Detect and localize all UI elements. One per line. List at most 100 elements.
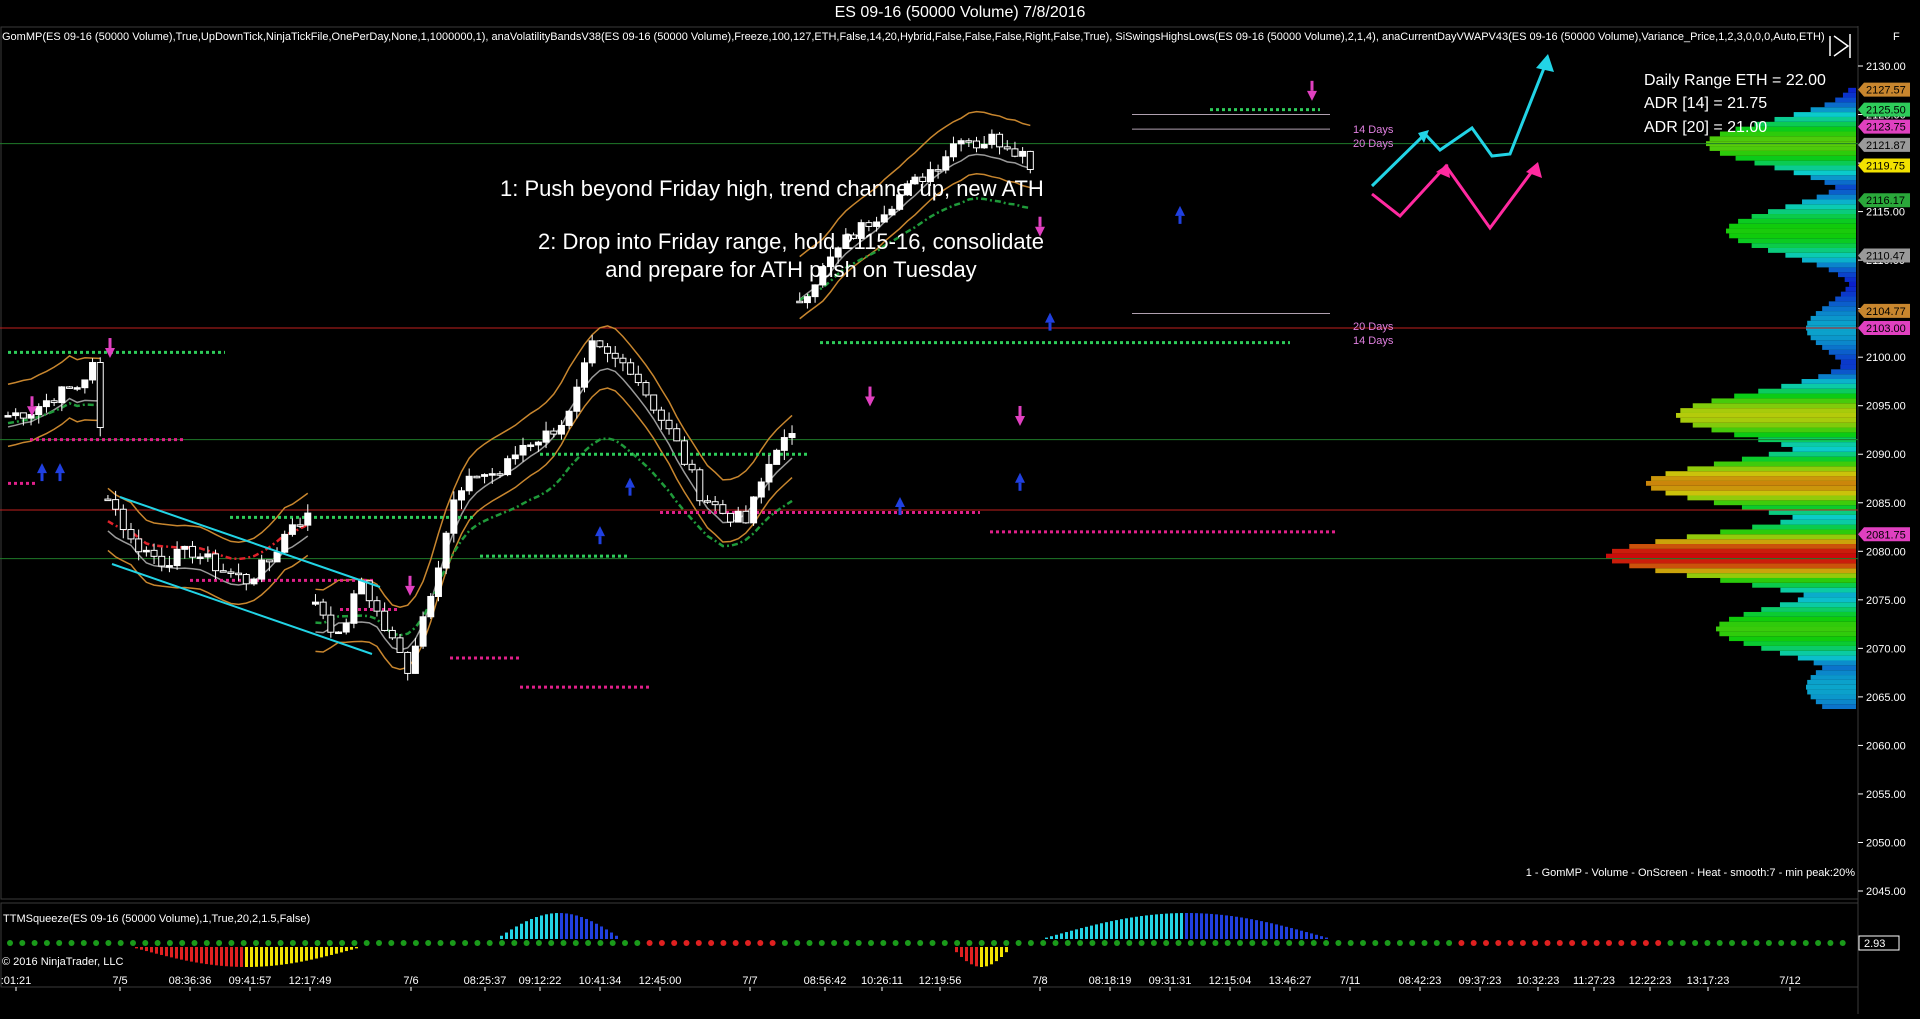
profile-row <box>1779 650 1856 656</box>
candle-body <box>727 512 735 523</box>
squeeze-bar <box>615 935 618 939</box>
y-tick-label: 2100.00 <box>1866 352 1906 364</box>
candle-body <box>27 414 35 419</box>
profile-row <box>1651 485 1856 491</box>
profile-row <box>1792 514 1856 520</box>
up-arrow-icon <box>1175 205 1185 216</box>
squeeze-dot <box>474 940 481 946</box>
y-tick-label: 2130.00 <box>1866 61 1906 73</box>
candle-body <box>673 428 681 442</box>
squeeze-dot <box>683 940 690 946</box>
price-chart[interactable]: GomMP(ES 09-16 (50000 Volume),True,UpDow… <box>0 26 1920 1014</box>
squeeze-dot <box>93 940 100 946</box>
scenario-2-path[interactable] <box>1371 163 1538 231</box>
squeeze-dot <box>1532 940 1539 946</box>
profile-row <box>1655 539 1856 545</box>
profile-row <box>1687 495 1856 501</box>
price-axis[interactable]: 2130.002125.002120.002115.002110.002105.… <box>1858 61 1906 898</box>
candle-body <box>796 300 804 304</box>
squeeze-bar <box>1325 937 1328 939</box>
squeeze-bar <box>350 947 353 950</box>
candle-body <box>73 387 81 390</box>
scenario-1-text[interactable]: 1: Push beyond Friday high, trend channe… <box>500 176 1044 201</box>
profile-row <box>1835 97 1856 103</box>
squeeze-bar <box>190 947 193 962</box>
up-arrow-shaft <box>628 487 632 496</box>
squeeze-dot <box>1212 940 1219 946</box>
scenario-2-text-line1[interactable]: 2: Drop into Friday range, hold 2115-16,… <box>538 229 1044 254</box>
squeeze-dot <box>1507 940 1514 946</box>
squeeze-dot <box>1150 940 1157 946</box>
squeeze-dot <box>400 940 407 946</box>
candle-body <box>780 437 788 451</box>
squeeze-bar <box>1320 936 1323 939</box>
profile-row <box>1734 432 1856 438</box>
candle-body <box>196 556 204 560</box>
squeeze-bar <box>1105 922 1108 939</box>
squeeze-dot <box>695 940 702 946</box>
squeeze-bar <box>1150 914 1153 939</box>
squeeze-dot <box>1790 940 1797 946</box>
profile-row <box>1838 272 1856 278</box>
signal-arrows <box>27 80 1317 596</box>
profile-row <box>1807 679 1856 685</box>
x-tick-label: 10:32:23 <box>1517 975 1560 987</box>
squeeze-bar <box>260 947 263 967</box>
candle-body <box>242 574 250 585</box>
profile-row <box>1822 306 1856 312</box>
squeeze-dot <box>548 940 555 946</box>
scenario-2-text-line2[interactable]: and prepare for ATH push on Tuesday <box>605 257 976 282</box>
profile-row <box>1719 621 1856 627</box>
profile-row <box>1828 349 1856 355</box>
squeeze-bar <box>610 932 613 939</box>
profile-row <box>1754 121 1856 127</box>
scenario-1-path[interactable] <box>1370 57 1550 188</box>
squeeze-dot <box>1741 940 1748 946</box>
candle-body <box>880 214 888 223</box>
squeeze-dot <box>1200 940 1207 946</box>
scenario-1-arrowhead <box>1536 54 1554 72</box>
profile-row <box>1849 281 1856 287</box>
candle-body <box>657 409 665 421</box>
trend-channel-lower[interactable] <box>111 563 373 655</box>
candle-body <box>665 419 673 430</box>
profile-row <box>1802 199 1856 205</box>
squeeze-dot <box>1027 940 1034 946</box>
candle-body <box>81 379 89 389</box>
squeeze-bar <box>1050 936 1053 939</box>
squeeze-bar <box>1315 934 1318 939</box>
x-tick-label: 7/12 <box>1779 975 1800 987</box>
profile-row <box>1629 563 1856 569</box>
squeeze-dot <box>1692 940 1699 946</box>
squeeze-bar <box>1260 921 1263 939</box>
squeeze-bar <box>170 947 173 958</box>
candle-body <box>442 532 450 569</box>
squeeze-dot <box>732 940 739 946</box>
candle-body <box>104 498 112 502</box>
squeeze-dot <box>1298 940 1305 946</box>
down-arrow-shaft <box>1310 80 1314 91</box>
price-flag-label: 2127.57 <box>1866 85 1906 97</box>
squeeze-bar <box>585 918 588 939</box>
candle-body <box>335 631 343 635</box>
price-flag-label: 2119.75 <box>1866 160 1905 172</box>
squeeze-bar <box>560 913 563 939</box>
squeeze-dot <box>56 940 63 946</box>
profile-row <box>1743 641 1856 646</box>
squeeze-bar <box>975 947 978 967</box>
profile-row <box>1807 689 1856 695</box>
squeeze-dot <box>1335 940 1342 946</box>
chart-frame[interactable]: GomMP(ES 09-16 (50000 Volume),True,UpDow… <box>0 26 1920 1014</box>
squeeze-bar <box>250 947 253 967</box>
profile-row <box>1793 112 1856 117</box>
collapse-icon[interactable] <box>1829 34 1851 58</box>
time-axis[interactable]: :01:21 7/5 08:36:36 09:41:57 12:17:49 7/6 08:2… <box>1 975 1801 991</box>
profile-row <box>1751 214 1856 219</box>
squeeze-dot <box>339 940 346 946</box>
squeeze-dot <box>425 940 432 946</box>
profile-row <box>1761 645 1856 651</box>
squeeze-bar <box>135 947 138 949</box>
squeeze-bar <box>1175 913 1178 939</box>
band-label-lower-20: 20 Days <box>1353 321 1394 333</box>
profile-row <box>1729 636 1856 642</box>
